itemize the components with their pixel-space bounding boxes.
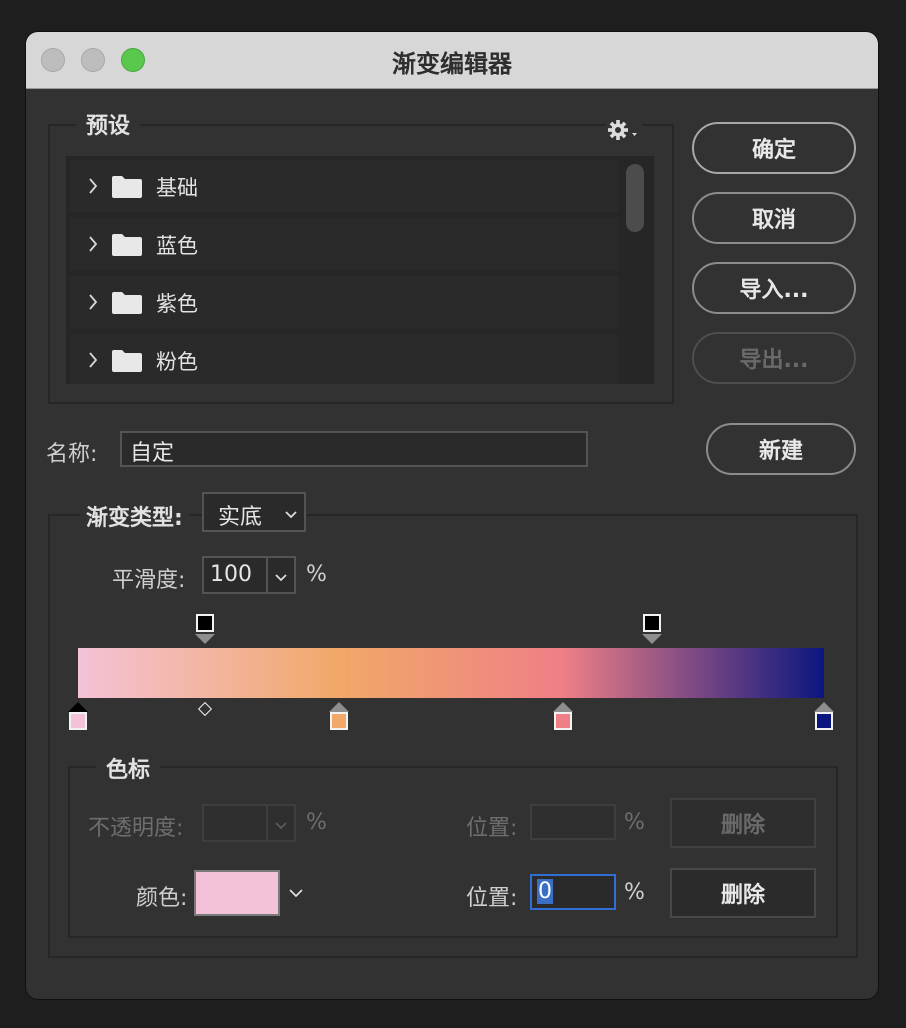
opacity-stop-marker[interactable] bbox=[194, 634, 215, 644]
chevron-down-icon[interactable] bbox=[288, 888, 304, 900]
preset-folder-pink[interactable]: 粉色 bbox=[70, 334, 618, 384]
smoothness-divider bbox=[266, 558, 268, 592]
gradient-type-label: 渐变类型: bbox=[80, 500, 189, 532]
folder-icon bbox=[112, 234, 142, 256]
color-position-label: 位置: bbox=[466, 886, 518, 911]
chevron-down-icon[interactable] bbox=[274, 573, 288, 583]
import-button[interactable]: 导入... bbox=[692, 262, 856, 314]
color-stop-marker[interactable] bbox=[814, 702, 834, 712]
ok-button[interactable]: 确定 bbox=[692, 122, 856, 174]
opacity-position-label: 位置: bbox=[466, 816, 518, 841]
opacity-position-unit: % bbox=[624, 810, 645, 835]
color-delete-button[interactable]: 删除 bbox=[670, 868, 816, 918]
color-stop-swatch[interactable] bbox=[69, 712, 87, 730]
opacity-divider bbox=[266, 806, 268, 840]
stops-label: 色标 bbox=[96, 752, 161, 784]
folder-icon bbox=[112, 292, 142, 314]
smoothness-value: 100 bbox=[210, 562, 252, 587]
smoothness-unit: % bbox=[306, 562, 327, 587]
cancel-button[interactable]: 取消 bbox=[692, 192, 856, 244]
name-label: 名称: bbox=[46, 442, 98, 467]
color-stop-swatch[interactable] bbox=[553, 712, 572, 730]
color-position-value: 0 bbox=[537, 879, 553, 904]
smoothness-label: 平滑度: bbox=[112, 568, 186, 593]
new-button[interactable]: 新建 bbox=[706, 423, 856, 475]
opacity-input[interactable] bbox=[202, 804, 296, 842]
chevron-right-icon bbox=[89, 352, 98, 368]
gradient-type-select[interactable]: 实底 bbox=[202, 492, 306, 532]
opacity-label: 不透明度: bbox=[88, 816, 184, 841]
presets-label: 预设 bbox=[76, 108, 141, 140]
color-label: 颜色: bbox=[136, 886, 188, 911]
chevron-down-icon bbox=[285, 511, 297, 519]
folder-icon bbox=[112, 176, 142, 198]
title-bar: 渐变编辑器 bbox=[26, 32, 878, 89]
presets-group: 预设 基础 蓝色 紫色 粉色 bbox=[48, 108, 674, 404]
export-button[interactable]: 导出... bbox=[692, 332, 856, 384]
preset-folder-label: 粉色 bbox=[156, 350, 198, 374]
color-stop-marker[interactable] bbox=[68, 702, 88, 712]
color-stop-swatch[interactable] bbox=[330, 712, 349, 730]
chevron-down-icon bbox=[275, 822, 287, 830]
opacity-position-input[interactable] bbox=[530, 804, 616, 840]
chevron-right-icon bbox=[89, 236, 98, 252]
color-position-unit: % bbox=[624, 880, 645, 905]
color-stop-marker[interactable] bbox=[552, 702, 573, 712]
opacity-stop-marker[interactable] bbox=[642, 634, 663, 644]
opacity-delete-button[interactable]: 删除 bbox=[670, 798, 816, 848]
preset-folder-blue[interactable]: 蓝色 bbox=[70, 218, 618, 270]
chevron-right-icon bbox=[89, 294, 98, 310]
presets-list[interactable]: 基础 蓝色 紫色 粉色 bbox=[66, 156, 654, 384]
gradient-type-value: 实底 bbox=[218, 505, 263, 530]
folder-icon bbox=[112, 350, 142, 372]
color-position-input[interactable]: 0 bbox=[530, 874, 616, 910]
color-stop-marker[interactable] bbox=[329, 702, 350, 712]
opacity-stop-swatch[interactable] bbox=[643, 614, 662, 632]
color-stop-swatch[interactable] bbox=[815, 712, 833, 730]
chevron-right-icon bbox=[89, 178, 98, 194]
gear-icon bbox=[608, 120, 637, 140]
preset-folder-label: 蓝色 bbox=[156, 234, 198, 258]
presets-settings-button[interactable] bbox=[606, 118, 642, 140]
smoothness-input[interactable]: 100 bbox=[202, 556, 296, 594]
preset-folder-basic[interactable]: 基础 bbox=[70, 160, 618, 212]
color-swatch[interactable] bbox=[194, 870, 280, 916]
preset-folder-label: 基础 bbox=[156, 176, 198, 200]
name-input[interactable]: 自定 bbox=[120, 431, 588, 467]
gradient-bar[interactable] bbox=[78, 648, 824, 698]
opacity-unit: % bbox=[306, 810, 327, 835]
gradient-editor-window: 渐变编辑器 预设 基础 蓝色 紫色 粉色 确定 取消 导入... 导出... 名… bbox=[26, 32, 878, 999]
window-title: 渐变编辑器 bbox=[392, 50, 512, 78]
presets-scrollbar-thumb[interactable] bbox=[626, 164, 644, 232]
preset-folder-purple[interactable]: 紫色 bbox=[70, 276, 618, 328]
preset-folder-label: 紫色 bbox=[156, 292, 198, 316]
opacity-stop-swatch[interactable] bbox=[195, 614, 214, 632]
